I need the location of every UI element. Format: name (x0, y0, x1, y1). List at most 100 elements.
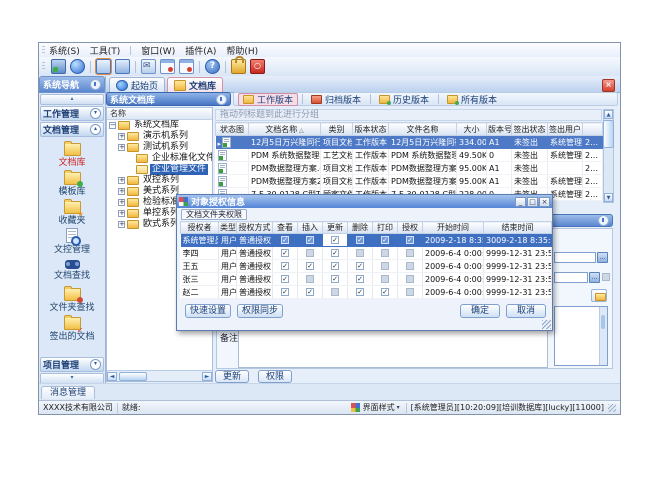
menu-item-0[interactable]: 系统(S) (49, 44, 80, 57)
scroll-right-button[interactable]: ► (202, 372, 212, 381)
collapse-icon[interactable]: − (109, 122, 116, 129)
pin-icon[interactable] (598, 215, 609, 226)
resize-grip[interactable] (608, 404, 616, 412)
grid-column-header-3[interactable]: 查看 (273, 222, 298, 234)
nav-scroll-up-button[interactable]: ▴ (40, 94, 104, 105)
checkbox-unchecked[interactable] (331, 288, 339, 296)
checkbox-unchecked[interactable] (356, 249, 364, 257)
checkbox-checked[interactable] (306, 262, 314, 270)
cancel-button[interactable]: 取消 (506, 304, 546, 318)
tree-item-2[interactable]: +测试机系列 (107, 142, 212, 153)
expand-icon[interactable]: + (118, 133, 125, 140)
checkbox-unchecked[interactable] (406, 249, 414, 257)
scrollbar-thumb[interactable] (119, 372, 147, 381)
table-row[interactable]: PDM数据整理方案2.doc项目文档工作版本PDM数据整理方案2.doc95.0… (216, 175, 603, 188)
tree-item-4[interactable]: 企业管理文件 (107, 164, 212, 175)
permission-row[interactable]: 李四用户普通授权2009-6-4 0:00:009999-12-31 23:59… (181, 247, 552, 260)
checkbox-checked[interactable] (331, 249, 339, 257)
ok-button[interactable]: 确定 (460, 304, 500, 318)
grid-column-header-8[interactable]: 授权 (398, 222, 423, 234)
window-close-icon[interactable] (160, 59, 175, 74)
permission-row[interactable]: 赵二用户普通授权2009-6-4 0:00:009999-12-31 23:59… (181, 286, 552, 299)
menu-item-2[interactable]: 窗口(W) (141, 44, 175, 57)
grid-column-header-6[interactable]: 删除 (348, 222, 373, 234)
column-header-6[interactable]: 版本号 (487, 123, 512, 136)
checkbox-checked[interactable] (356, 288, 364, 296)
tree-item-5[interactable]: +双控系列 (107, 175, 212, 186)
expand-icon[interactable]: + (118, 177, 125, 184)
scroll-down-button[interactable]: ▼ (604, 193, 613, 202)
menu-item-1[interactable]: 工具(T) (90, 44, 121, 57)
scrollbar-thumb[interactable] (603, 120, 614, 148)
nav-item-6[interactable]: 签出的文档 (39, 315, 105, 344)
column-header-3[interactable]: 版本状态 (353, 123, 389, 136)
update-button[interactable]: 更新 (215, 370, 249, 383)
checkbox-checked[interactable] (281, 262, 289, 270)
checkbox-checked[interactable] (356, 262, 364, 270)
interface-style-label[interactable]: 界面样式 (363, 402, 395, 413)
quick-setup-button[interactable]: 快速设置 (185, 304, 231, 318)
grid-column-header-4[interactable]: 插入 (298, 222, 323, 234)
tree-column-header[interactable]: 名称 (107, 108, 212, 120)
column-header-8[interactable]: 签出用户 (548, 123, 583, 136)
checkbox-unchecked[interactable] (306, 249, 314, 257)
checkbox-checked[interactable] (281, 249, 289, 257)
expand-icon[interactable]: + (118, 210, 125, 217)
window-refresh-icon[interactable] (179, 59, 194, 74)
detail-field-2[interactable] (554, 272, 588, 283)
dialog-resize-grip[interactable] (542, 320, 551, 329)
checkbox-checked[interactable] (281, 275, 289, 283)
nav-item-5[interactable]: 文件夹查找 (39, 286, 105, 315)
version-button-2[interactable]: 历史版本 (374, 93, 434, 106)
permission-sync-button[interactable]: 权限同步 (237, 304, 283, 318)
close-tab-button[interactable]: × (602, 79, 615, 92)
expand-icon[interactable]: + (118, 199, 125, 206)
permission-row[interactable]: 张三用户普通授权2009-6-4 0:00:009999-12-31 23:59… (181, 273, 552, 286)
help-icon[interactable] (205, 59, 220, 74)
stop-icon[interactable] (250, 59, 265, 74)
minimize-button[interactable]: _ (515, 197, 526, 207)
permission-button[interactable]: 权限 (258, 370, 292, 383)
checkbox-unchecked[interactable] (406, 288, 414, 296)
mail-icon[interactable] (141, 59, 156, 74)
grid-column-header-10[interactable]: 结束时间 (484, 222, 552, 234)
chevron-up-icon[interactable]: ▴ (90, 124, 101, 135)
nav-group-2[interactable]: 项目管理▾ (40, 357, 104, 372)
column-header-4[interactable]: 文件名称 (389, 123, 457, 136)
version-button-1[interactable]: 归档版本 (306, 93, 366, 106)
pin-icon[interactable] (216, 94, 227, 105)
dropdown-caret-icon[interactable]: ▾ (397, 404, 400, 411)
checkbox-checked[interactable] (356, 236, 364, 244)
checkbox-checked[interactable] (331, 262, 339, 270)
expand-icon[interactable]: + (118, 144, 125, 151)
checkbox-unchecked[interactable] (381, 275, 389, 283)
grid-column-header-7[interactable]: 打印 (373, 222, 398, 234)
grid-column-header-9[interactable]: 开始时间 (423, 222, 484, 234)
detail-textarea[interactable] (554, 306, 608, 366)
scroll-up-button[interactable]: ▲ (604, 110, 613, 119)
monitor-icon[interactable] (51, 59, 66, 74)
checkbox-checked[interactable] (381, 236, 389, 244)
version-button-3[interactable]: 所有版本 (442, 93, 502, 106)
dialog-title-bar[interactable]: 对象授权信息 _ □ × (177, 195, 552, 208)
textarea-scrollbar[interactable] (599, 307, 607, 365)
checkbox-checked[interactable] (331, 275, 339, 283)
menu-item-3[interactable]: 插件(A) (185, 44, 216, 57)
ellipsis-button[interactable]: … (589, 272, 600, 283)
nav-item-1[interactable]: 模板库 (39, 170, 105, 199)
checkbox-checked[interactable] (281, 288, 289, 296)
nav-item-2[interactable]: 收藏夹 (39, 199, 105, 228)
menu-item-4[interactable]: 帮助(H) (226, 44, 258, 57)
grid-column-header-2[interactable]: 授权方式 (237, 222, 273, 234)
chevron-down-icon[interactable]: ▾ (90, 108, 101, 119)
checkbox-checked[interactable] (356, 275, 364, 283)
detail-field-1[interactable] (554, 252, 596, 263)
nav-item-3[interactable]: 文控管理 (39, 228, 105, 257)
checkbox-checked[interactable] (331, 236, 339, 244)
checkbox-checked[interactable] (381, 288, 389, 296)
column-header-partial[interactable] (583, 123, 603, 136)
chevron-down-icon[interactable]: ▾ (90, 359, 101, 370)
tree-item-3[interactable]: 企业标准化文件 (107, 153, 212, 164)
version-button-0[interactable]: 工作版本 (238, 93, 298, 106)
tab-start-page[interactable]: 起始页 (109, 77, 165, 92)
